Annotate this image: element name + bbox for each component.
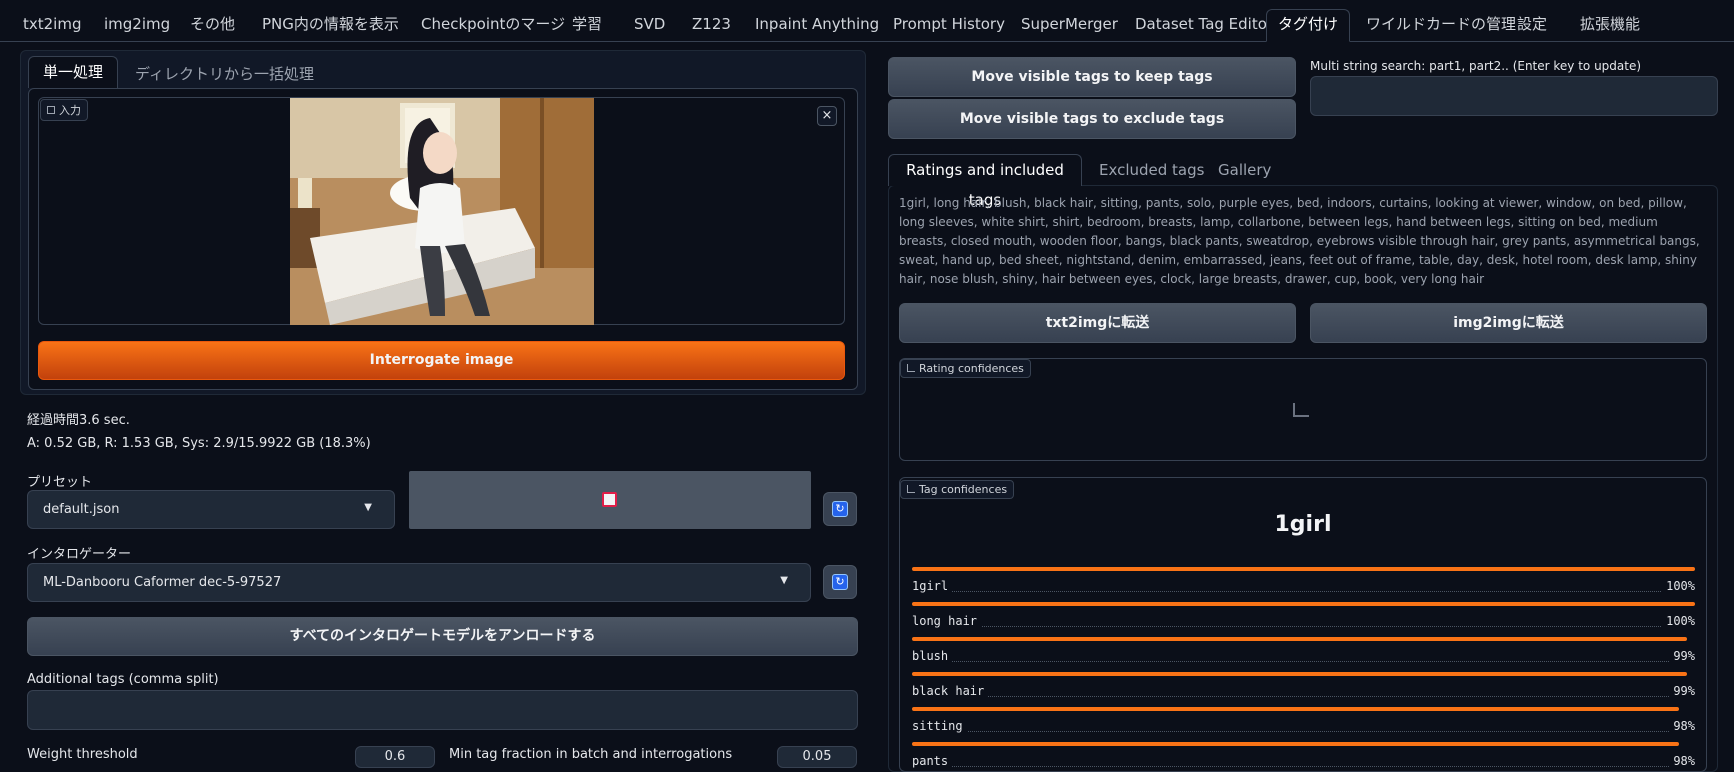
dot-leader [912,661,1695,662]
tag-confidence-row: blush 99% [912,637,1695,673]
rating-confidences-label: Rating confidences [900,359,1031,378]
interrogator-value: ML-Danbooru Caformer dec-5-97527 [43,575,282,590]
tag-name: long hair [912,614,982,628]
tab-settings[interactable]: 設定 [1513,10,1551,42]
tab-supermerger[interactable]: SuperMerger [1017,10,1122,42]
min-tag-fraction-input[interactable]: 0.05 [777,746,857,768]
tab-extensions[interactable]: 拡張機能 [1576,10,1644,42]
tag-name: pants [912,754,953,768]
dot-leader [912,731,1695,732]
tag-percentage: 98% [1669,754,1695,768]
send-to-txt2img-button[interactable]: txt2imgに転送 [899,303,1296,343]
confidence-bar [912,742,1679,746]
image-icon [47,106,55,114]
send-to-img2img-button[interactable]: img2imgに転送 [1310,303,1707,343]
tag-percentage: 100% [1662,579,1695,593]
chart-icon [1293,403,1309,417]
interrogate-image-button[interactable]: Interrogate image [38,341,845,380]
confidence-bar [912,567,1695,571]
preset-value: default.json [43,502,120,517]
tab-png-info[interactable]: PNG内の情報を表示 [258,10,403,42]
included-tags-text: 1girl, long hair, blush, black hair, sit… [899,196,1700,286]
save-icon [602,492,617,507]
tag-percentage: 99% [1669,649,1695,663]
top-tab-bar: txt2img img2img その他 PNG内の情報を表示 Checkpoin… [0,0,1734,42]
multi-search-input[interactable] [1310,76,1718,116]
move-to-exclude-tags-button[interactable]: Move visible tags to exclude tags [888,99,1296,139]
tag-name: blush [912,649,953,663]
elapsed-time: 経過時間3.6 sec. [27,413,130,428]
tab-inpaint-anything[interactable]: Inpaint Anything [751,10,883,42]
confidence-bar [912,672,1687,676]
tab-extras[interactable]: その他 [186,10,239,42]
tab-checkpoint-merger[interactable]: Checkpointのマージ [417,10,569,42]
unload-models-button[interactable]: すべてのインタロゲートモデルをアンロードする [27,617,858,656]
weight-threshold-input[interactable]: 0.6 [355,746,435,768]
top-tag-label: 1girl [1274,512,1332,537]
multi-search-label: Multi string search: part1, part2.. (Ent… [1310,59,1642,73]
chevron-down-icon: ▼ [780,575,788,586]
additional-tags-input[interactable] [27,690,858,730]
dot-leader [912,591,1695,592]
tag-percentage: 100% [1662,614,1695,628]
confidence-bar [912,602,1695,606]
input-image [290,98,594,325]
subtab-batch-from-directory[interactable]: ディレクトリから一括処理 [135,63,314,84]
preset-label: プリセット [27,475,93,490]
memory-usage: A: 0.52 GB, R: 1.53 GB, Sys: 2.9/15.9922… [27,436,371,451]
chart-icon [907,364,915,372]
tag-confidence-row: sitting 98% [912,707,1695,743]
refresh-preset-button[interactable]: ↻ [823,492,857,526]
interrogator-select[interactable]: ML-Danbooru Caformer dec-5-97527 ▼ [27,563,811,602]
interrogator-label: インタロゲーター [27,547,132,562]
tag-name: black hair [912,684,989,698]
weight-threshold-label: Weight threshold [27,747,138,762]
tag-confidence-row: 1girl 100% [912,567,1695,603]
tab-tagger[interactable]: タグ付け [1266,9,1351,42]
tag-confidence-row: black hair 99% [912,672,1695,708]
input-image-label: 入力 [40,99,88,121]
confidence-bar [912,707,1679,711]
tab-dataset-tag-editor[interactable]: Dataset Tag Editor [1131,10,1277,42]
refresh-icon: ↻ [832,501,848,517]
refresh-icon: ↻ [832,574,848,590]
tab-ratings-included[interactable]: Ratings and included tags [888,154,1082,209]
tab-excluded-tags[interactable]: Excluded tags [1099,161,1204,179]
chevron-down-icon: ▼ [364,502,372,513]
tab-z123[interactable]: Z123 [688,10,735,42]
dot-leader [912,696,1695,697]
tab-train[interactable]: 学習 [568,10,606,42]
save-preset-button[interactable] [409,471,811,529]
tab-wildcards[interactable]: ワイルドカードの管理 [1362,10,1520,42]
min-tag-fraction-label: Min tag fraction in batch and interrogat… [449,747,733,762]
tag-confidence-row: long hair 100% [912,602,1695,638]
additional-tags-label: Additional tags (comma split) [27,672,219,687]
tag-percentage: 98% [1669,719,1695,733]
move-to-keep-tags-button[interactable]: Move visible tags to keep tags [888,57,1296,97]
tab-gallery[interactable]: Gallery [1218,161,1271,179]
tag-name: 1girl [912,579,953,593]
tag-confidence-row: pants 98% [912,742,1695,772]
tab-img2img[interactable]: img2img [100,10,174,42]
dot-leader [912,626,1695,627]
tag-percentage: 99% [1669,684,1695,698]
tab-prompt-history[interactable]: Prompt History [889,10,1009,42]
chart-icon [907,485,915,493]
tag-name: sitting [912,719,967,733]
close-icon[interactable]: × [817,106,837,126]
tab-svd[interactable]: SVD [630,10,669,42]
tag-confidences-label: Tag confidences [900,480,1015,499]
preset-select[interactable]: default.json ▼ [27,490,395,529]
confidence-bar [912,637,1687,641]
subtab-single-process[interactable]: 単一処理 [28,56,118,88]
tab-txt2img[interactable]: txt2img [19,10,85,42]
refresh-interrogator-button[interactable]: ↻ [823,565,857,599]
dot-leader [912,766,1695,767]
